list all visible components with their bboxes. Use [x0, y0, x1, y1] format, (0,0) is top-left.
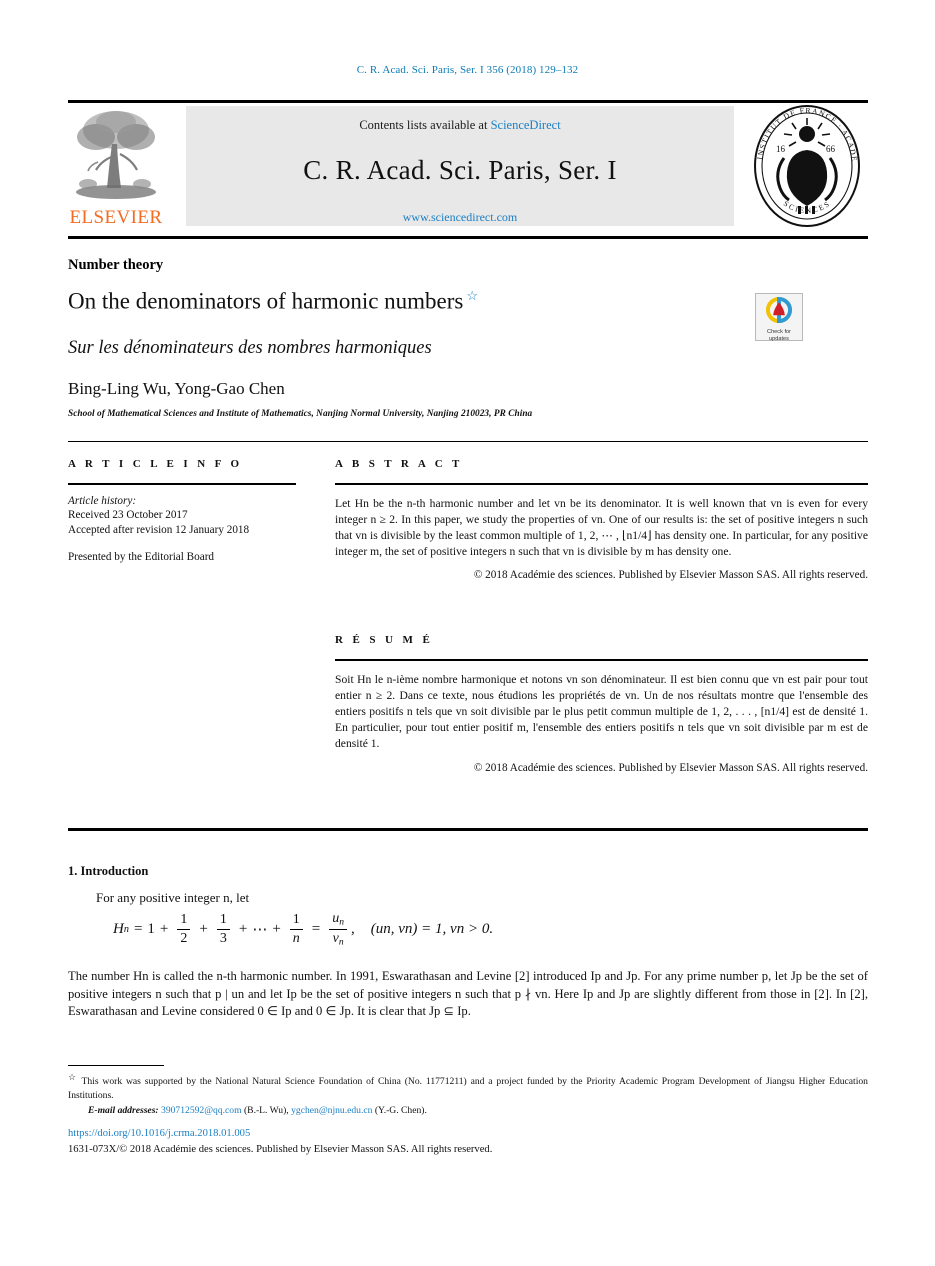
journal-title: C. R. Acad. Sci. Paris, Ser. I	[303, 155, 617, 185]
eq-plus-3: +	[238, 921, 248, 938]
article-title-french: Sur les dénominateurs des nombres harmon…	[68, 338, 432, 358]
section-title: Introduction	[80, 864, 149, 878]
fraction-one-third: 1 3	[216, 911, 230, 946]
eq-lhs: H	[113, 921, 124, 938]
presented-by: Presented by the Editorial Board	[68, 551, 215, 564]
academie-des-sciences-seal-icon: 16 66 INSTITUT DE FRANCE · ACADÉMIE DES …	[742, 95, 868, 230]
intro-lead-sentence: For any positive integer n, let	[96, 890, 250, 905]
equation-row: Hn = 1 + 1 2 + 1 3 + ⋯ + 1 n = un vn , (…	[113, 911, 498, 948]
article-info-heading: A R T I C L E I N F O	[68, 458, 243, 470]
crossmark-icon	[766, 296, 792, 324]
article-history: Article history: Received 23 October 201…	[68, 494, 296, 565]
contents-band: Contents lists available at ScienceDirec…	[186, 106, 734, 226]
contents-prefix: Contents lists available at	[359, 118, 491, 132]
funding-footnote: ☆ This work was supported by the National…	[68, 1071, 868, 1102]
frac3-num: 1	[292, 911, 300, 927]
article-title-text: On the denominators of harmonic numbers	[68, 288, 464, 314]
body-section-rule	[68, 828, 868, 831]
email-link-1[interactable]: 390712592@qq.com	[161, 1105, 242, 1116]
email-addresses-line: E-mail addresses: 390712592@qq.com (B.-L…	[88, 1105, 868, 1116]
eq-comma: ,	[351, 921, 355, 938]
fraction-one-half: 1 2	[177, 911, 191, 946]
frac2-den: 3	[219, 930, 227, 946]
resume-heading: R É S U M É	[335, 634, 434, 646]
email-label: E-mail addresses:	[88, 1105, 159, 1116]
journal-masthead: ELSEVIER Contents lists available at Sci…	[68, 95, 868, 230]
crossmark-label-line1: Check for	[767, 329, 791, 335]
author-list: Bing-Ling Wu, Yong-Gao Chen	[68, 379, 285, 398]
resume-column: R É S U M É Soit Hn le n-ième nombre har…	[335, 634, 868, 774]
subject-category: Number theory	[68, 257, 164, 273]
elsevier-wordmark: ELSEVIER	[69, 207, 163, 228]
footnote-text: This work was supported by the National …	[68, 1076, 868, 1101]
resume-copyright: © 2018 Académie des sciences. Published …	[473, 761, 868, 774]
fraction-un-over-vn: un vn	[329, 911, 348, 948]
email-author-2: (Y.-G. Chen).	[374, 1105, 427, 1116]
sciencedirect-link[interactable]: ScienceDirect	[491, 118, 561, 132]
svg-text:16: 16	[776, 144, 786, 154]
running-head: C. R. Acad. Sci. Paris, Ser. I 356 (2018…	[356, 64, 579, 76]
abstract-text: Let Hn be the n-th harmonic number and l…	[335, 496, 868, 559]
title-footnote-marker: ☆	[466, 288, 479, 303]
crossmark-check-for-updates-button[interactable]: Check for updates	[755, 293, 803, 343]
fraction-one-over-n: 1 n	[289, 911, 303, 946]
elsevier-logo: ELSEVIER	[68, 104, 164, 228]
paper-page: C. R. Acad. Sci. Paris, Ser. I 356 (2018…	[0, 0, 935, 1266]
frac3-den: n	[292, 930, 300, 946]
eq-equals: =	[133, 921, 143, 938]
eq-equals-2: =	[311, 921, 321, 938]
frac2-num: 1	[219, 911, 227, 927]
eq-plus-4: +	[272, 921, 281, 938]
footnote-marker: ☆	[68, 1072, 78, 1082]
svg-text:66: 66	[826, 144, 836, 154]
info-section-rule	[68, 441, 868, 442]
elsevier-tree-icon	[76, 111, 156, 199]
doi-link[interactable]: https://doi.org/10.1016/j.crma.2018.01.0…	[68, 1128, 250, 1139]
eq-lhs-sub: n	[123, 924, 129, 936]
crossmark-label-line2: updates	[769, 336, 789, 343]
resume-text: Soit Hn le n-ième nombre harmonique et n…	[335, 672, 868, 751]
eq-plus-2: +	[199, 921, 208, 938]
introduction-paragraph: The number Hn is called the n-th harmoni…	[68, 969, 868, 1019]
abstract-copyright: © 2018 Académie des sciences. Published …	[473, 569, 868, 582]
article-info-heading-rule	[68, 483, 296, 485]
contents-available-line: Contents lists available at ScienceDirec…	[186, 118, 734, 133]
frac1-num: 1	[180, 911, 188, 927]
affiliation: School of Mathematical Sciences and Inst…	[68, 409, 533, 419]
abstract-heading-rule	[335, 483, 868, 485]
section-heading-introduction: 1. Introduction	[68, 864, 148, 879]
section-number: 1.	[68, 864, 78, 878]
abstract-heading: A B S T R A C T	[335, 458, 463, 470]
frac4-num: un	[332, 911, 345, 928]
masthead-bottom-rule	[68, 236, 868, 239]
frac1-den: 2	[180, 930, 188, 946]
eq-dots: ⋯	[252, 922, 268, 939]
sciencedirect-url[interactable]: www.sciencedirect.com	[186, 210, 734, 225]
footnote-rule	[68, 1065, 164, 1067]
issn-copyright-line: 1631-073X/© 2018 Académie des sciences. …	[68, 1144, 493, 1155]
eq-plus-1: +	[159, 921, 169, 938]
frac4-den: vn	[332, 930, 344, 948]
harmonic-number-equation: Hn = 1 + 1 2 + 1 3 + ⋯ + 1 n = un vn , (…	[68, 911, 868, 948]
article-info-column: A R T I C L E I N F O Article history: R…	[68, 458, 296, 565]
abstract-column: A B S T R A C T Let Hn be the n-th harmo…	[335, 458, 868, 581]
resume-heading-rule	[335, 659, 868, 661]
eq-one: 1	[147, 921, 155, 938]
eq-condition: (un, vn) = 1, vn > 0.	[370, 921, 494, 938]
article-history-label: Article history:	[68, 494, 137, 507]
seal-svg: 16 66 INSTITUT DE FRANCE · ACADÉMIE DES …	[742, 95, 860, 227]
page-title: On the denominators of harmonic numbers ☆	[68, 281, 708, 317]
received-date: Received 23 October 2017	[68, 509, 188, 522]
accepted-date: Accepted after revision 12 January 2018	[68, 523, 250, 536]
email-author-1: (B.-L. Wu),	[243, 1105, 289, 1116]
email-link-2[interactable]: ygchen@njnu.edu.cn	[291, 1105, 372, 1116]
